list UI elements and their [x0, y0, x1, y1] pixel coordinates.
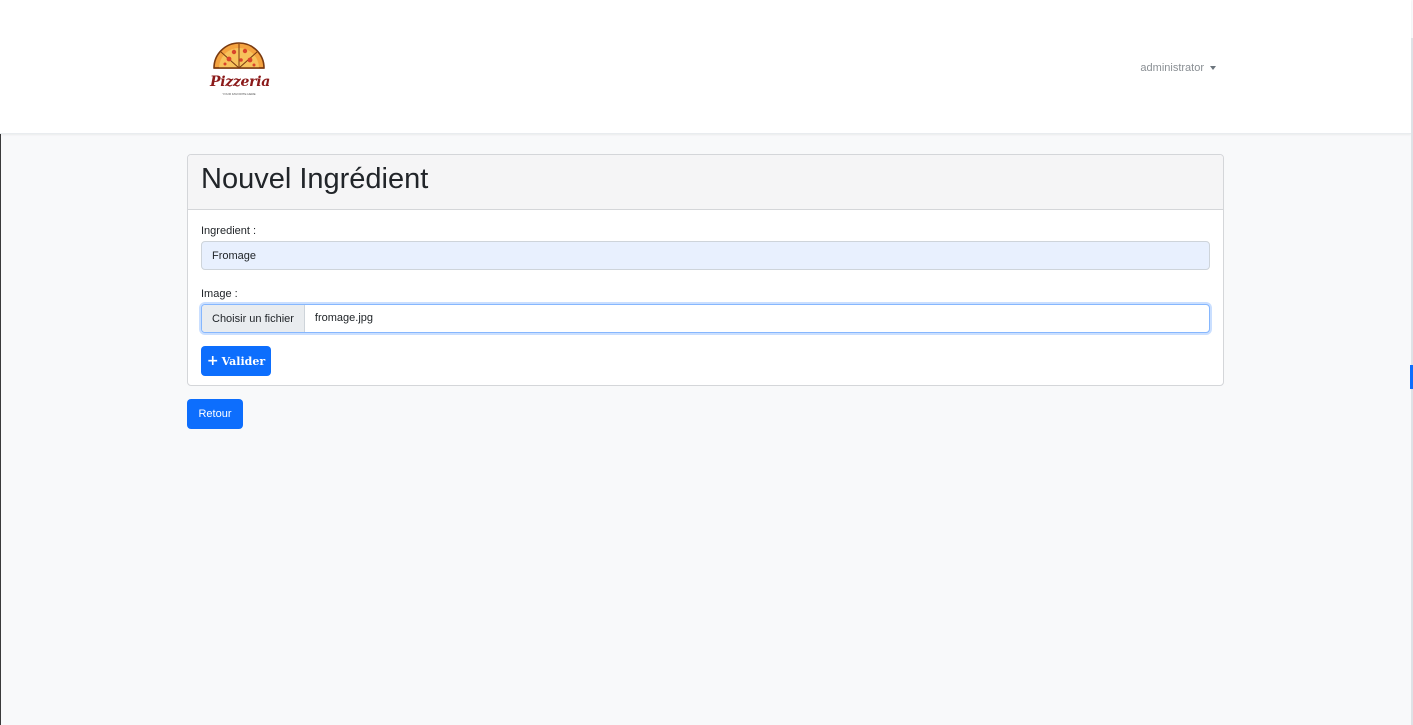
- user-name: administrator: [1140, 62, 1204, 74]
- card-body: Ingredient : Image : Choisir un fichier …: [188, 210, 1223, 385]
- user-dropdown[interactable]: administrator: [1140, 62, 1216, 74]
- pizza-slice-icon: [213, 42, 265, 69]
- ingredient-form: Ingredient : Image : Choisir un fichier …: [201, 224, 1210, 376]
- brand-name: Pizzeria: [210, 74, 271, 90]
- back-button[interactable]: Retour: [187, 399, 243, 429]
- submit-button[interactable]: + Valider: [201, 346, 271, 376]
- brand-logo[interactable]: Pizzeria YOUR FAVORITE HERE: [210, 38, 270, 98]
- submit-button-label: Valider: [221, 354, 266, 368]
- image-label: Image :: [201, 288, 238, 300]
- plus-icon: +: [206, 353, 219, 369]
- choose-file-button[interactable]: Choisir un fichier: [202, 305, 305, 332]
- card-header: Nouvel Ingrédient: [188, 155, 1223, 210]
- image-file-input[interactable]: Choisir un fichier fromage.jpg: [201, 304, 1210, 333]
- top-navbar: Pizzeria YOUR FAVORITE HERE administrato…: [0, 0, 1411, 134]
- page-title: Nouvel Ingrédient: [201, 163, 429, 195]
- ingredient-label: Ingredient :: [201, 225, 257, 237]
- ingredient-input[interactable]: [201, 241, 1210, 270]
- brand-tagline: YOUR FAVORITE HERE: [222, 92, 256, 96]
- caret-down-icon: [1210, 66, 1216, 70]
- new-ingredient-card: Nouvel Ingrédient Ingredient : Image : C…: [187, 154, 1224, 386]
- selected-file-name: fromage.jpg: [314, 312, 374, 324]
